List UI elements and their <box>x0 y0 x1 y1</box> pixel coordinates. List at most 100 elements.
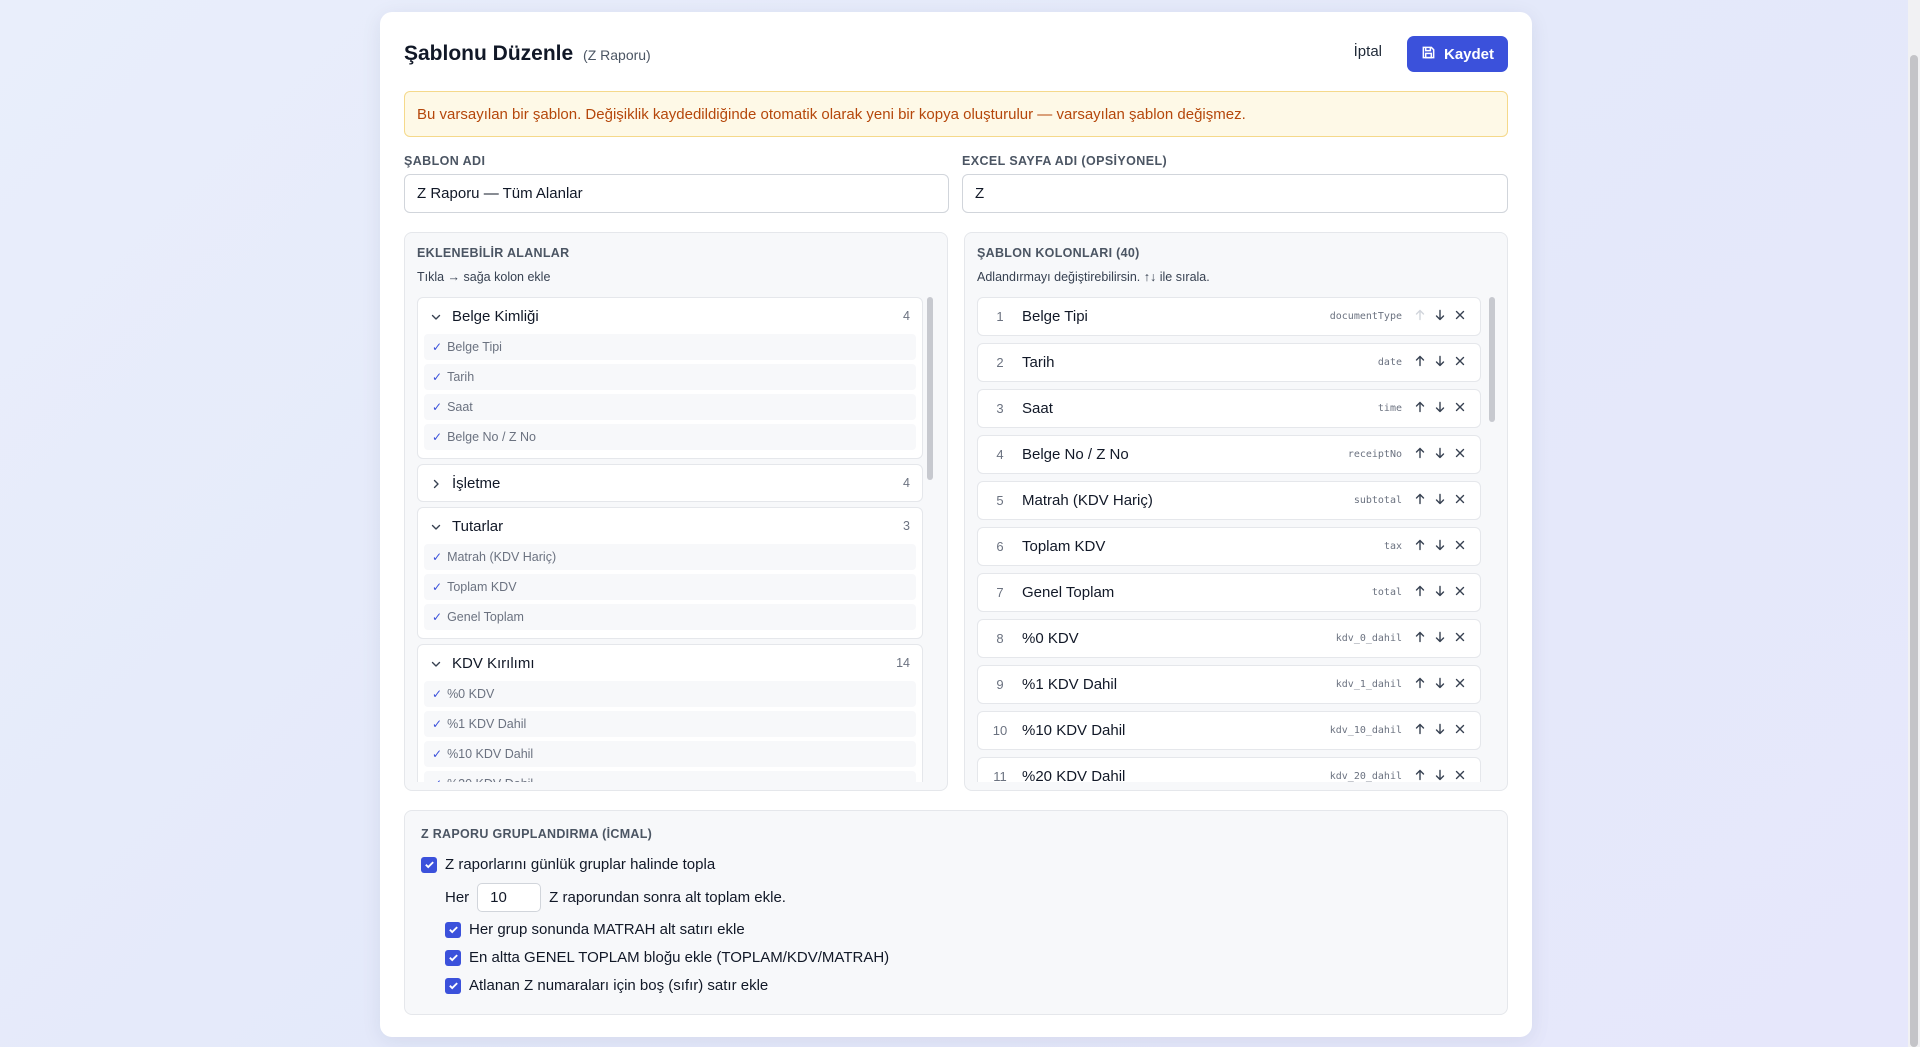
every-suffix: Z raporundan sonra alt toplam ekle. <box>549 889 786 906</box>
template-columns-scrollbar[interactable] <box>1489 297 1495 782</box>
group-size-input[interactable] <box>477 883 542 912</box>
grouping-title: Z RAPORU GRUPLANDIRMA (İCMAL) <box>421 827 653 841</box>
template-column-row: 10 %10 KDV Dahil kdv_10_dahil <box>977 711 1481 750</box>
move-down-button[interactable] <box>1430 721 1450 741</box>
available-field-item[interactable]: ✓ Tarih <box>424 364 916 390</box>
move-up-button[interactable] <box>1410 537 1430 557</box>
available-field-item[interactable]: ✓ Saat <box>424 394 916 420</box>
available-fields-scrollbar-thumb[interactable] <box>927 297 933 480</box>
daily-group-option[interactable]: Z raporlarını günlük gruplar halinde top… <box>421 856 715 873</box>
column-name[interactable]: %20 KDV Dahil <box>1022 768 1330 782</box>
grand-total-option[interactable]: En altta GENEL TOPLAM bloğu ekle (TOPLAM… <box>445 949 889 966</box>
available-field-item[interactable]: ✓ %1 KDV Dahil <box>424 711 916 737</box>
move-up-button[interactable] <box>1410 353 1430 373</box>
matrah-subrow-checkbox[interactable] <box>445 921 461 938</box>
move-down-button[interactable] <box>1430 537 1450 557</box>
column-name[interactable]: Tarih <box>1022 354 1378 371</box>
move-up-button[interactable] <box>1410 721 1430 741</box>
save-button[interactable]: Kaydet <box>1407 36 1508 72</box>
check-icon: ✓ <box>432 610 443 624</box>
field-group-header[interactable]: Belge Kimliği 4 <box>418 298 922 334</box>
available-field-item[interactable]: ✓ Matrah (KDV Hariç) <box>424 544 916 570</box>
sheet-name-input[interactable] <box>962 174 1508 213</box>
remove-column-button[interactable] <box>1450 767 1470 783</box>
available-field-item[interactable]: ✓ Belge No / Z No <box>424 424 916 450</box>
matrah-subrow-option[interactable]: Her grup sonunda MATRAH alt satırı ekle <box>445 921 745 938</box>
column-name[interactable]: Genel Toplam <box>1022 584 1372 601</box>
arrow-up-icon <box>1414 584 1426 602</box>
close-icon <box>1454 492 1466 510</box>
move-down-button[interactable] <box>1430 445 1450 465</box>
matrah-subrow-label: Her grup sonunda MATRAH alt satırı ekle <box>469 921 745 938</box>
move-down-button[interactable] <box>1430 307 1450 327</box>
move-down-button[interactable] <box>1430 767 1450 783</box>
column-name[interactable]: Toplam KDV <box>1022 538 1384 555</box>
arrow-down-icon <box>1434 768 1446 783</box>
remove-column-button[interactable] <box>1450 721 1470 741</box>
available-field-item[interactable]: ✓ %20 KDV Dahil <box>424 771 916 782</box>
available-field-item[interactable]: ✓ Genel Toplam <box>424 604 916 630</box>
arrow-down-icon <box>1434 400 1446 418</box>
page-scrollbar[interactable] <box>1908 0 1920 1047</box>
field-group-count: 3 <box>903 519 910 533</box>
column-name[interactable]: %1 KDV Dahil <box>1022 676 1336 693</box>
move-down-button[interactable] <box>1430 675 1450 695</box>
available-field-label: Belge No / Z No <box>447 430 536 444</box>
move-up-button[interactable] <box>1410 491 1430 511</box>
check-icon: ✓ <box>432 550 443 564</box>
empty-rows-checkbox[interactable] <box>445 977 461 994</box>
field-group-header[interactable]: KDV Kırılımı 14 <box>418 645 922 681</box>
available-field-item[interactable]: ✓ Belge Tipi <box>424 334 916 360</box>
column-number: 11 <box>993 769 1007 782</box>
remove-column-button[interactable] <box>1450 629 1470 649</box>
cancel-button[interactable]: İptal <box>1354 43 1382 60</box>
template-columns-scrollbar-thumb[interactable] <box>1489 297 1495 422</box>
close-icon <box>1454 354 1466 372</box>
remove-column-button[interactable] <box>1450 675 1470 695</box>
field-group-count: 4 <box>903 309 910 323</box>
move-up-button[interactable] <box>1410 445 1430 465</box>
field-group-header[interactable]: Tutarlar 3 <box>418 508 922 544</box>
remove-column-button[interactable] <box>1450 537 1470 557</box>
template-name-input[interactable] <box>404 174 949 213</box>
move-up-button[interactable] <box>1410 629 1430 649</box>
empty-rows-option[interactable]: Atlanan Z numaraları için boş (sıfır) sa… <box>445 977 768 994</box>
move-up-button[interactable] <box>1410 399 1430 419</box>
column-name[interactable]: Matrah (KDV Hariç) <box>1022 492 1354 509</box>
field-group-header[interactable]: İşletme 4 <box>418 465 922 501</box>
move-down-button[interactable] <box>1430 491 1450 511</box>
save-label: Kaydet <box>1443 45 1495 63</box>
template-name-label: ŞABLON ADI <box>404 154 486 168</box>
save-icon <box>1421 45 1436 64</box>
available-field-item[interactable]: ✓ %10 KDV Dahil <box>424 741 916 767</box>
column-name[interactable]: Saat <box>1022 400 1378 417</box>
template-column-row: 11 %20 KDV Dahil kdv_20_dahil <box>977 757 1481 782</box>
remove-column-button[interactable] <box>1450 491 1470 511</box>
page-scrollbar-thumb[interactable] <box>1910 55 1918 1047</box>
arrow-up-icon <box>1414 308 1426 326</box>
move-down-button[interactable] <box>1430 629 1450 649</box>
grand-total-checkbox[interactable] <box>445 949 461 966</box>
available-fields-scrollbar[interactable] <box>927 297 933 782</box>
move-down-button[interactable] <box>1430 399 1450 419</box>
remove-column-button[interactable] <box>1450 583 1470 603</box>
column-name[interactable]: Belge Tipi <box>1022 308 1330 325</box>
z-report-grouping-section: Z RAPORU GRUPLANDIRMA (İCMAL) Z raporlar… <box>404 810 1508 1015</box>
column-name[interactable]: Belge No / Z No <box>1022 446 1348 463</box>
move-down-button[interactable] <box>1430 583 1450 603</box>
daily-group-checkbox[interactable] <box>421 856 437 873</box>
remove-column-button[interactable] <box>1450 307 1470 327</box>
column-name[interactable]: %10 KDV Dahil <box>1022 722 1330 739</box>
available-field-label: Matrah (KDV Hariç) <box>447 550 557 564</box>
template-columns-hint: Adlandırmayı değiştirebilirsin. ↑↓ ile s… <box>977 270 1210 284</box>
column-name[interactable]: %0 KDV <box>1022 630 1336 647</box>
remove-column-button[interactable] <box>1450 399 1470 419</box>
remove-column-button[interactable] <box>1450 445 1470 465</box>
remove-column-button[interactable] <box>1450 353 1470 373</box>
move-down-button[interactable] <box>1430 353 1450 373</box>
available-field-item[interactable]: ✓ Toplam KDV <box>424 574 916 600</box>
move-up-button[interactable] <box>1410 675 1430 695</box>
available-field-item[interactable]: ✓ %0 KDV <box>424 681 916 707</box>
move-up-button[interactable] <box>1410 767 1430 783</box>
move-up-button[interactable] <box>1410 583 1430 603</box>
